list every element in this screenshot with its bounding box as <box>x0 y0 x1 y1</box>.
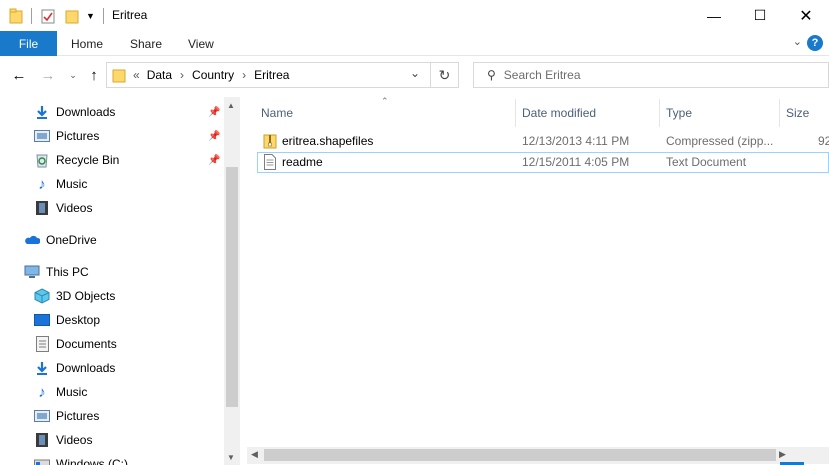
file-row[interactable]: eritrea.shapefiles 12/13/2013 4:11 PM Co… <box>257 131 829 152</box>
drive-icon <box>34 456 50 465</box>
music-icon: ♪ <box>38 175 46 193</box>
nav-item-videos[interactable]: Videos <box>0 196 224 220</box>
nav-item-3d-objects[interactable]: 3D Objects <box>0 284 224 308</box>
help-button[interactable]: ? <box>807 35 823 51</box>
breadcrumb-country[interactable]: Country <box>192 68 234 82</box>
ribbon: File Home Share View ⌄ ? <box>0 31 829 56</box>
up-button[interactable]: ↑ <box>84 65 104 85</box>
column-date-modified[interactable]: Date modified <box>522 106 596 120</box>
nav-item-windows-c[interactable]: Windows (C:) <box>0 452 224 465</box>
music-icon: ♪ <box>38 383 46 401</box>
computer-icon <box>24 264 40 280</box>
folder-icon <box>9 0 23 31</box>
nav-item-music[interactable]: ♪ Music <box>0 172 224 196</box>
file-date: 12/15/2011 4:05 PM <box>522 155 630 169</box>
file-name: readme <box>282 155 323 169</box>
folder-icon <box>112 67 126 83</box>
back-button[interactable]: ← <box>9 65 29 85</box>
file-date: 12/13/2013 4:11 PM <box>522 134 630 148</box>
column-type[interactable]: Type <box>666 106 692 120</box>
expand-ribbon-icon[interactable]: ⌄ <box>793 35 802 48</box>
file-size: 92 <box>818 134 829 148</box>
nav-item-this-pc[interactable]: This PC <box>0 260 224 284</box>
nav-item-pictures[interactable]: Pictures 📌 <box>0 124 224 148</box>
pictures-icon <box>34 408 50 424</box>
column-name[interactable]: Name <box>261 106 293 120</box>
address-bar[interactable]: « Data › Country › Eritrea ⌄ <box>106 62 431 88</box>
scroll-right-arrow-icon[interactable]: ▶ <box>779 449 786 460</box>
tab-home[interactable]: Home <box>71 31 103 56</box>
nav-item-downloads[interactable]: Downloads 📌 <box>0 100 224 124</box>
nav-item-videos-pc[interactable]: Videos <box>0 428 224 452</box>
3d-objects-icon <box>34 288 50 304</box>
pin-icon: 📌 <box>208 130 221 142</box>
search-icon: ⚲ <box>487 68 496 82</box>
documents-icon <box>34 336 50 352</box>
zip-folder-icon <box>263 133 277 152</box>
videos-icon <box>34 200 50 216</box>
nav-item-recycle-bin[interactable]: Recycle Bin 📌 <box>0 148 224 172</box>
file-list-hscrollbar[interactable]: ◀ ▶ <box>247 447 829 464</box>
customize-toolbar-icon[interactable]: ▼ <box>86 0 95 31</box>
search-box[interactable]: ⚲ Search Eritrea <box>473 62 829 88</box>
window-title: Eritrea <box>112 8 148 22</box>
scrollbar-thumb[interactable] <box>226 167 238 407</box>
breadcrumb-overflow[interactable]: « <box>133 68 140 82</box>
address-dropdown-icon[interactable]: ⌄ <box>410 66 420 80</box>
forward-button[interactable]: → <box>38 65 58 85</box>
scroll-down-arrow-icon[interactable]: ▼ <box>227 453 235 462</box>
file-list: ⌃ Name Date modified Type Size eritrea.s… <box>247 96 829 465</box>
nav-item-music-pc[interactable]: ♪ Music <box>0 380 224 404</box>
tab-file[interactable]: File <box>0 31 57 56</box>
column-headers: ⌃ Name Date modified Type Size <box>247 96 829 129</box>
download-icon <box>34 360 50 376</box>
breadcrumb-separator[interactable]: › <box>242 68 246 82</box>
pin-icon: 📌 <box>208 106 221 118</box>
new-folder-icon[interactable] <box>65 0 79 31</box>
recent-locations-button[interactable]: ⌄ <box>63 65 83 85</box>
nav-item-pictures-pc[interactable]: Pictures <box>0 404 224 428</box>
breadcrumb-data[interactable]: Data <box>147 68 172 82</box>
pictures-icon <box>34 128 50 144</box>
properties-icon[interactable] <box>41 0 55 31</box>
sort-ascending-icon: ⌃ <box>381 96 389 106</box>
search-input[interactable]: Search Eritrea <box>504 68 581 82</box>
file-type: Compressed (zipp... <box>666 134 774 148</box>
file-name: eritrea.shapefiles <box>282 134 374 148</box>
navigation-bar: ← → ⌄ ↑ « Data › Country › Eritrea ⌄ ↻ ⚲… <box>0 57 829 93</box>
nav-item-documents[interactable]: Documents <box>0 332 224 356</box>
column-size[interactable]: Size <box>786 106 809 120</box>
title-bar: ▼ Eritrea — ☐ ✕ <box>0 0 829 31</box>
download-icon <box>34 104 50 120</box>
file-row[interactable]: readme 12/15/2011 4:05 PM Text Document <box>257 152 829 173</box>
tab-share[interactable]: Share <box>130 31 162 56</box>
close-button[interactable]: ✕ <box>783 0 829 31</box>
onedrive-icon <box>24 232 40 248</box>
refresh-button[interactable]: ↻ <box>431 62 459 88</box>
file-type: Text Document <box>666 155 747 169</box>
breadcrumb-separator[interactable]: › <box>180 68 184 82</box>
pin-icon: 📌 <box>208 154 221 166</box>
scrollbar-thumb[interactable] <box>264 449 776 461</box>
recycle-bin-icon <box>34 152 50 168</box>
nav-item-onedrive[interactable]: OneDrive <box>0 228 224 252</box>
scroll-left-arrow-icon[interactable]: ◀ <box>251 449 258 460</box>
maximize-button[interactable]: ☐ <box>737 0 783 31</box>
breadcrumb-eritrea[interactable]: Eritrea <box>254 68 289 82</box>
nav-pane-scrollbar[interactable]: ▲ ▼ <box>224 97 240 465</box>
nav-item-downloads-pc[interactable]: Downloads <box>0 356 224 380</box>
minimize-button[interactable]: — <box>691 0 737 31</box>
text-document-icon <box>264 154 276 173</box>
nav-item-desktop[interactable]: Desktop <box>0 308 224 332</box>
tab-view[interactable]: View <box>188 31 214 56</box>
navigation-pane: Downloads 📌 Pictures 📌 Recycle Bin 📌 ♪ M… <box>0 97 240 465</box>
videos-icon <box>34 432 50 448</box>
scroll-up-arrow-icon[interactable]: ▲ <box>227 101 235 110</box>
desktop-icon <box>34 312 50 328</box>
